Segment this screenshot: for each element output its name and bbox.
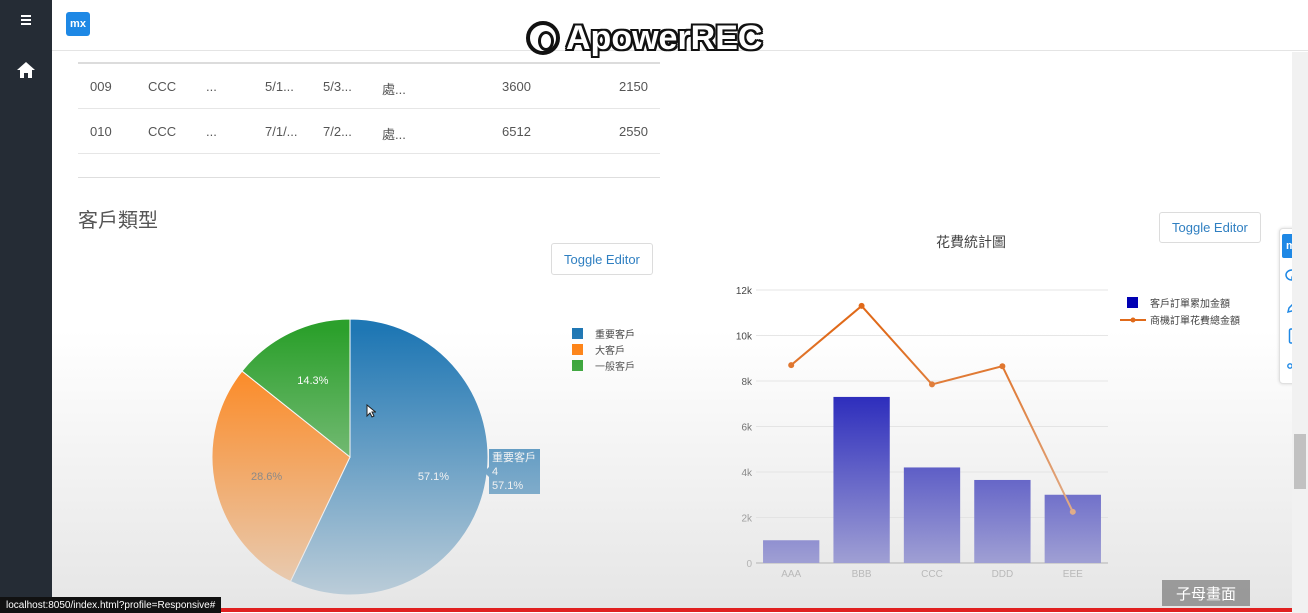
line-point[interactable] [1069, 508, 1076, 515]
pie-toggle-editor-button[interactable]: Toggle Editor [551, 243, 653, 275]
line-point[interactable] [999, 363, 1006, 370]
x-tick-label: EEE [1063, 569, 1083, 580]
legend-label: 商機訂單花費總金額 [1150, 316, 1240, 327]
y-tick-label: 8k [741, 377, 753, 388]
table-cell: 010 [90, 124, 112, 139]
bar-chart-title: 花費統計圖 [936, 234, 1006, 250]
bar[interactable] [974, 479, 1031, 563]
line-point[interactable] [788, 362, 795, 369]
table-row[interactable]: 009 CCC ... 5/1... 5/3... 處... 3600 2150 [78, 64, 660, 109]
table-cell: CCC [148, 79, 177, 94]
status-bar-url: localhost:8050/index.html?profile=Respon… [0, 597, 222, 613]
y-tick-label: 0 [746, 559, 752, 570]
legend-label: 客戶訂單累加金額 [1150, 299, 1230, 310]
table-cell: 5/1... [265, 79, 294, 94]
y-tick-label: 4k [741, 468, 753, 479]
table-cell: 6512 [502, 124, 531, 139]
picture-in-picture-label[interactable]: 子母畫面 [1162, 580, 1250, 606]
table-cell: 5/3... [323, 79, 352, 94]
mouse-cursor-icon [366, 404, 376, 418]
pie-legend-item[interactable]: 大客戶 [572, 342, 625, 357]
tooltip-percent: 57.1% [492, 480, 524, 492]
menu-button[interactable] [0, 0, 52, 40]
bar[interactable] [903, 467, 961, 563]
pie-section-title: 客戶類型 [78, 210, 158, 232]
line-point[interactable] [858, 302, 865, 309]
y-tick-label: 12k [736, 286, 753, 297]
table-cell: 處... [382, 127, 406, 142]
y-tick-label: 6k [741, 423, 753, 434]
legend-line-swatch [1120, 317, 1146, 322]
pie-slice-label: 14.3% [297, 375, 328, 387]
tooltip-count: 4 [492, 466, 499, 478]
bar-legend-item[interactable]: 客戶訂單累加金額 [1127, 295, 1230, 310]
legend-swatch [572, 328, 583, 339]
table-cell: ... [206, 79, 217, 94]
bar-line-chart: 0 2k 4k 6k 8k 10k 12k AAA BBB CCC DDD EEE [736, 286, 1108, 580]
legend-label: 大客戶 [595, 346, 625, 357]
legend-swatch [1127, 297, 1138, 308]
x-tick-label: DDD [992, 569, 1014, 580]
pie-tooltip: 重要客戶 4 57.1% [489, 449, 540, 494]
home-button[interactable] [0, 50, 52, 90]
app-logo[interactable]: mx [66, 12, 90, 36]
legend-label: 一般客戶 [595, 362, 635, 373]
table-row[interactable]: 010 CCC ... 7/1/... 7/2... 處... 6512 255… [78, 109, 660, 154]
menu-icon [21, 15, 31, 25]
table-cell: 3600 [502, 79, 531, 94]
line-point[interactable] [929, 381, 935, 388]
bar-legend-item[interactable]: 商機訂單花費總金額 [1120, 312, 1240, 327]
x-tick-label: BBB [852, 569, 872, 580]
table-cell: 2150 [619, 79, 648, 94]
page-scrollbar[interactable] [1292, 52, 1308, 613]
watermark-text: ApowerREC [566, 18, 763, 57]
table-cell: 009 [90, 79, 112, 94]
bar[interactable] [763, 540, 820, 563]
section-divider [78, 177, 660, 178]
data-table: 009 CCC ... 5/1... 5/3... 處... 3600 2150… [78, 62, 660, 154]
pie-legend-item[interactable]: 重要客戶 [572, 326, 635, 341]
table-cell: 2550 [619, 124, 648, 139]
table-cell: ... [206, 124, 217, 139]
y-tick-label: 2k [741, 514, 753, 525]
pie-legend-item[interactable]: 一般客戶 [572, 358, 635, 373]
scrollbar-thumb[interactable] [1294, 434, 1306, 489]
legend-label: 重要客戶 [595, 330, 635, 341]
tooltip-pointer-icon [484, 466, 490, 478]
legend-swatch [572, 344, 583, 355]
recorder-logo-icon [526, 21, 560, 55]
pie-chart: 57.1% 28.6% 14.3% [211, 318, 489, 596]
legend-swatch [572, 360, 583, 371]
x-tick-label: CCC [921, 569, 943, 580]
pie-slice-label: 28.6% [251, 471, 282, 483]
bar[interactable] [1044, 494, 1101, 563]
home-icon [17, 62, 35, 78]
table-cell: 7/2... [323, 124, 352, 139]
y-tick-label: 10k [736, 332, 753, 343]
sidebar [0, 0, 52, 613]
table-cell: CCC [148, 124, 177, 139]
recorder-watermark: ApowerREC [526, 18, 762, 58]
table-cell: 7/1/... [265, 124, 298, 139]
bar[interactable] [833, 396, 890, 563]
pie-slice-label: 57.1% [418, 471, 449, 483]
table-cell: 處... [382, 82, 406, 97]
tooltip-label: 重要客戶 [492, 452, 536, 464]
x-tick-label: AAA [781, 569, 801, 580]
bar-toggle-editor-button[interactable]: Toggle Editor [1159, 212, 1261, 243]
